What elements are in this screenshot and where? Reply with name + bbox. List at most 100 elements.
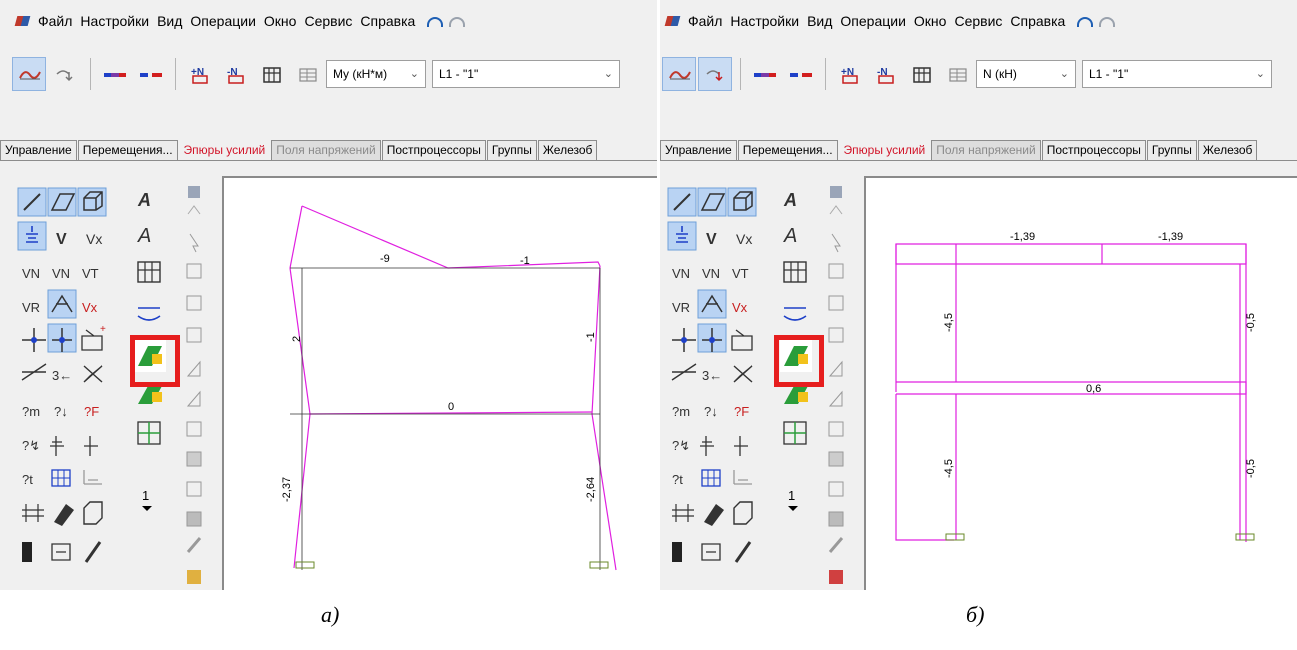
tab-groups[interactable]: Группы (1146, 140, 1197, 160)
toolbar-separator (175, 58, 176, 90)
menu-view[interactable]: Вид (153, 13, 186, 29)
box6-icon (828, 481, 844, 497)
vnj-icon: VN (702, 266, 720, 281)
color-scale-dashed-button[interactable] (783, 57, 817, 91)
redo-icon[interactable] (447, 15, 466, 27)
vte-icon: VT (82, 266, 99, 281)
plus-n-button[interactable]: +N (182, 57, 216, 91)
tab-stress-fields[interactable]: Поля напряжений (271, 140, 381, 160)
tab-strip-divider (660, 160, 1297, 161)
menu-operations[interactable]: Операции (836, 13, 910, 29)
menu-settings[interactable]: Настройки (76, 13, 153, 29)
grid-frame-button[interactable] (254, 57, 288, 91)
menu-service[interactable]: Сервис (950, 13, 1006, 29)
tab-control[interactable]: Управление (660, 140, 737, 160)
tab-displacements[interactable]: Перемещения... (737, 140, 838, 160)
menu-bar: Файл Настройки Вид Операции Окно Сервис … (0, 8, 466, 34)
tab-strip: Управление Перемещения... Эпюры усилий П… (660, 140, 1258, 160)
deformed-scheme-button[interactable] (12, 57, 46, 91)
italic-a-outline-icon: A (137, 225, 151, 247)
grid-frame-button[interactable] (904, 57, 938, 91)
result-step-spinner: 1 (788, 488, 795, 503)
force-type-value: My (кН*м) (333, 67, 388, 81)
box4-icon (186, 421, 202, 437)
color-scale-icon (104, 73, 126, 77)
menu-settings[interactable]: Настройки (726, 13, 803, 29)
redo-icon[interactable] (1097, 15, 1116, 27)
frame-icon (51, 543, 71, 561)
panel-a: Файл Настройки Вид Операции Окно Сервис … (0, 0, 657, 590)
view-icon (188, 186, 200, 198)
force-type-value: N (кН) (983, 67, 1017, 81)
tab-strip: Управление Перемещения... Эпюры усилий П… (0, 140, 598, 160)
minus-n-button[interactable]: -N (218, 57, 252, 91)
left-tool-grid: V Vx VN VN VT VR Vx 3← ?m ?↓ ?F ?↯ ?t (667, 187, 757, 563)
diagram-label: -4,5 (943, 313, 955, 332)
diagram-label: -0,5 (1245, 313, 1257, 332)
tab-force-diagrams[interactable]: Эпюры усилий (838, 140, 931, 160)
vne-icon: VN (22, 266, 40, 281)
caption-b: б) (966, 602, 985, 627)
beam-deflection-icon (137, 307, 161, 321)
menu-service[interactable]: Сервис (300, 13, 356, 29)
beam-deflection-icon (783, 307, 807, 321)
load-case-select[interactable]: L1 - "1" ⌄ (432, 60, 620, 88)
force-type-select[interactable]: My (кН*м) ⌄ (326, 60, 426, 88)
menu-window[interactable]: Окно (260, 13, 301, 29)
undo-icon[interactable] (1075, 15, 1094, 27)
box5-icon (186, 451, 202, 467)
triangle2-icon (186, 390, 201, 407)
box2-icon (186, 295, 202, 311)
tab-displacements[interactable]: Перемещения... (77, 140, 178, 160)
deformed-scheme-button[interactable] (662, 57, 696, 91)
plus-n-button[interactable]: +N (832, 57, 866, 91)
hatch-icon (22, 504, 44, 522)
menu-help[interactable]: Справка (356, 13, 419, 29)
undo-icon[interactable] (425, 15, 444, 27)
force-type-select[interactable]: N (кН) ⌄ (976, 60, 1076, 88)
table-values-button[interactable] (290, 57, 324, 91)
menu-view[interactable]: Вид (803, 13, 836, 29)
frame-grid-icon (783, 261, 807, 283)
menu-window[interactable]: Окно (910, 13, 951, 29)
color-scale-dashed-button[interactable] (133, 57, 167, 91)
diagonal-icon (83, 365, 103, 383)
color-scale-button[interactable] (97, 57, 131, 91)
cursor-icon (831, 233, 841, 253)
tab-postprocessors[interactable]: Постпроцессоры (1041, 140, 1146, 160)
view-icon (830, 186, 842, 198)
table-values-button[interactable] (940, 57, 974, 91)
load-scheme-button[interactable] (698, 57, 732, 91)
tab-reinforced-concrete[interactable]: Железоб (537, 140, 598, 160)
tab-postprocessors[interactable]: Постпроцессоры (381, 140, 486, 160)
menu-operations[interactable]: Операции (186, 13, 260, 29)
color-scale-button[interactable] (747, 57, 781, 91)
load-scheme-button[interactable] (48, 57, 82, 91)
tab-reinforced-concrete[interactable]: Железоб (1197, 140, 1258, 160)
axial-force-diagram[interactable]: -1,39 -1,39 -4,5 -0,5 0,6 -4,5 -0,5 (870, 182, 1297, 590)
diagram-label: -0,5 (1245, 459, 1257, 478)
arrow-node-icon: 3← (702, 368, 722, 383)
minus-n-button[interactable]: -N (868, 57, 902, 91)
cursor-icon (189, 233, 199, 253)
tab-stress-fields[interactable]: Поля напряжений (931, 140, 1041, 160)
moment-diagram[interactable]: -9 -1 2 -1 0 -2,37 -2,64 (228, 182, 657, 590)
menu-help[interactable]: Справка (1006, 13, 1069, 29)
menu-file[interactable]: Файл (684, 13, 726, 29)
box3-icon (186, 327, 202, 343)
menu-file[interactable]: Файл (34, 13, 76, 29)
tab-control[interactable]: Управление (0, 140, 77, 160)
load-case-select[interactable]: L1 - "1" ⌄ (1082, 60, 1272, 88)
tab-groups[interactable]: Группы (486, 140, 537, 160)
cube-icon (733, 501, 753, 525)
color-scale-dashed-icon (140, 73, 162, 77)
chart-icon (733, 470, 752, 485)
chevron-down-icon: ⌄ (1255, 68, 1265, 80)
diagram-label: -1 (520, 255, 530, 267)
tab-force-diagrams[interactable]: Эпюры усилий (178, 140, 271, 160)
results-toolbar: +N -N My (кН*м) ⌄ L1 - "1" ⌄ (12, 52, 626, 96)
tab-strip-divider (0, 160, 657, 161)
temp-load-icon: ?t (22, 472, 33, 487)
load-down-icon: ?↓ (54, 404, 68, 419)
fill-tool-icon (22, 542, 32, 562)
